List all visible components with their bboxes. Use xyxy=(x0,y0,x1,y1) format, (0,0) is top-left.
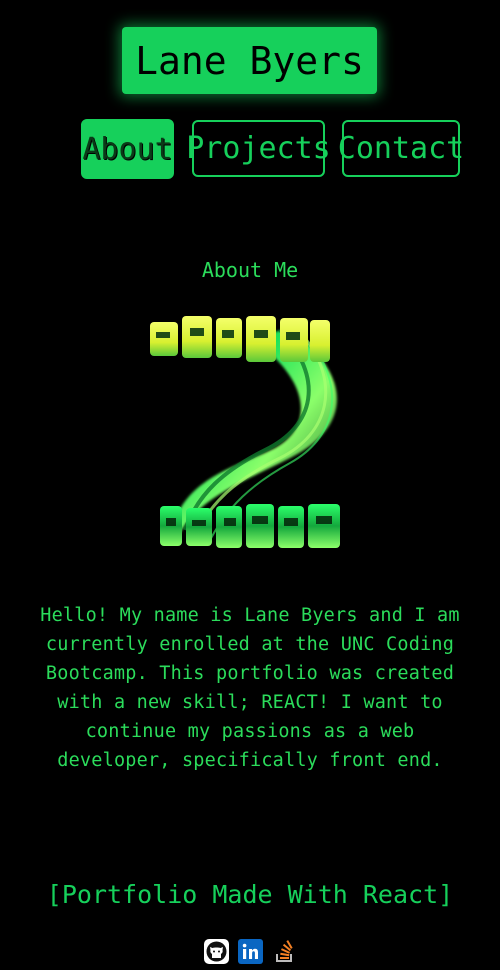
site-title: Lane Byers xyxy=(122,27,377,94)
about-heading: About Me xyxy=(201,258,299,282)
about-bio: Hello! My name is Lane Byers and I am cu… xyxy=(40,605,460,771)
github-icon[interactable] xyxy=(204,939,229,964)
nav-projects-button[interactable]: Projects xyxy=(186,120,331,177)
nav-about-button[interactable]: About xyxy=(81,119,174,179)
linkedin-icon[interactable] xyxy=(238,939,263,964)
main-nav: About Projects Contact xyxy=(0,119,500,179)
footer-title: [Portfolio Made With React] xyxy=(46,880,454,909)
nav-contact-button[interactable]: Contact xyxy=(338,120,464,177)
hero-artwork xyxy=(150,316,340,548)
social-links xyxy=(0,939,500,965)
stack-overflow-icon[interactable] xyxy=(272,939,297,964)
